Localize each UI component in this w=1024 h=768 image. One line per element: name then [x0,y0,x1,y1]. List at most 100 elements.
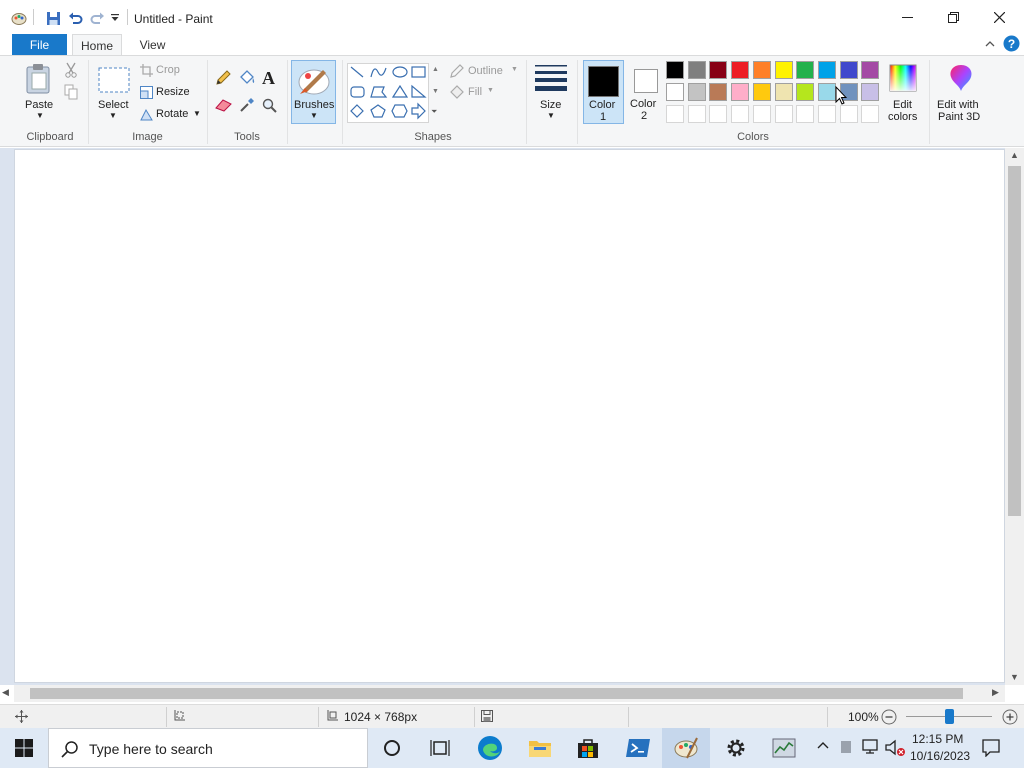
palette-color-swatch[interactable] [774,83,793,101]
palette-color-swatch[interactable] [731,61,750,79]
save-icon[interactable] [44,9,62,27]
microsoft-store-icon[interactable] [564,728,612,768]
palette-color-swatch[interactable] [796,105,815,123]
shapes-more-icon[interactable]: ⏷ [431,107,437,117]
undo-icon[interactable] [66,9,84,27]
palette-color-swatch[interactable] [666,83,684,101]
size-button[interactable]: Size ▼ [533,61,569,123]
network-icon[interactable] [862,739,880,758]
text-tool-icon[interactable]: A [262,68,275,89]
color1-button[interactable]: Color 1 [583,60,624,124]
zoom-in-icon[interactable] [1002,709,1018,728]
cut-icon[interactable] [64,62,78,81]
palette-color-swatch[interactable] [817,105,836,123]
show-hidden-icons-chevron-icon[interactable] [817,740,829,755]
tray-app-icon[interactable] [840,740,852,757]
shape-hexagon-icon[interactable] [391,104,408,118]
shape-rectangle-icon[interactable] [411,66,426,78]
shape-polygon-icon[interactable] [370,86,388,98]
color-picker-icon[interactable] [239,97,255,116]
vertical-scroll-thumb[interactable] [1008,166,1021,516]
shape-curve-icon[interactable] [370,67,387,78]
start-button[interactable] [0,728,48,768]
customize-toolbar-dropdown-icon[interactable] [106,9,124,27]
edit-with-paint3d-button[interactable]: Edit with Paint 3D [934,61,986,125]
tab-file[interactable]: File [12,34,67,55]
close-button[interactable] [976,0,1022,34]
palette-color-swatch[interactable] [817,83,836,101]
palette-color-swatch[interactable] [752,83,771,101]
zoom-slider[interactable] [906,709,992,724]
shape-pentagon-icon[interactable] [370,104,386,118]
palette-color-swatch[interactable] [709,83,728,101]
palette-color-swatch[interactable] [752,105,771,123]
palette-color-swatch[interactable] [774,105,793,123]
resize-button[interactable]: Resize [140,85,200,101]
clock-date[interactable]: 10/16/2023 [910,749,970,763]
palette-color-swatch[interactable] [709,61,728,79]
edit-colors-button[interactable]: Edit colors [884,61,924,125]
shapes-scroll-down-icon[interactable]: ▼ [432,88,439,95]
edge-browser-icon[interactable] [466,728,514,768]
pencil-icon[interactable] [215,70,231,89]
horizontal-scrollbar[interactable]: ◀ ▶ [2,685,1005,702]
redo-icon[interactable] [88,9,106,27]
palette-color-swatch[interactable] [666,105,684,123]
powershell-icon[interactable] [614,728,662,768]
eraser-icon[interactable] [215,98,232,115]
copy-icon[interactable] [64,84,78,103]
zoom-slider-thumb[interactable] [944,709,954,724]
vertical-scrollbar[interactable]: ▲ ▼ [1005,148,1024,685]
scroll-right-icon[interactable]: ▶ [992,687,999,698]
restore-button[interactable] [930,0,976,34]
fill-dropdown[interactable]: Fill ▼ [449,85,499,101]
palette-color-swatch[interactable] [687,105,706,123]
palette-color-swatch[interactable] [687,61,706,79]
shape-arrow-icon[interactable] [411,102,426,120]
paint-app-icon[interactable] [10,9,28,27]
collapse-ribbon-icon[interactable] [984,38,996,53]
crop-button[interactable]: Crop [140,63,200,79]
paste-button[interactable]: Paste ▼ [22,61,56,121]
shape-rounded-rectangle-icon[interactable] [350,86,365,98]
brushes-button[interactable]: Brushes ▼ [291,60,336,124]
shapes-scroll-up-icon[interactable]: ▲ [432,66,439,73]
palette-color-swatch[interactable] [817,61,836,79]
shape-right-triangle-icon[interactable] [411,84,427,98]
color2-button[interactable]: Color 2 [627,60,665,124]
drawing-canvas[interactable] [14,149,1005,683]
palette-color-swatch[interactable] [709,105,728,123]
tab-view[interactable]: View [130,34,175,56]
scroll-left-icon[interactable]: ◀ [2,687,9,698]
magnifier-icon[interactable] [262,98,277,116]
palette-color-swatch[interactable] [861,61,880,79]
minimize-button[interactable] [884,0,930,34]
palette-color-swatch[interactable] [774,61,793,79]
palette-color-swatch[interactable] [731,83,750,101]
select-button[interactable]: Select ▼ [94,61,134,123]
fill-bucket-icon[interactable] [238,70,256,89]
paint-taskbar-icon[interactable] [662,728,710,768]
taskbar-search-box[interactable]: Type here to search [48,728,368,768]
palette-color-swatch[interactable] [752,61,771,79]
clock-time[interactable]: 12:15 PM [912,732,963,746]
shape-oval-icon[interactable] [392,66,408,78]
palette-color-swatch[interactable] [731,105,750,123]
palette-color-swatch[interactable] [839,61,858,79]
outline-dropdown[interactable]: Outline ▼ [449,64,519,80]
scroll-down-icon[interactable]: ▼ [1010,672,1019,682]
shape-diamond-icon[interactable] [350,104,364,118]
cortana-icon[interactable] [368,728,416,768]
palette-color-swatch[interactable] [861,105,880,123]
zoom-out-icon[interactable] [881,709,897,728]
notifications-icon[interactable] [982,739,1000,760]
task-manager-icon[interactable] [760,728,808,768]
volume-muted-icon[interactable] [885,739,905,760]
palette-color-swatch[interactable] [687,83,706,101]
settings-gear-icon[interactable] [712,728,760,768]
palette-color-swatch[interactable] [861,83,880,101]
task-view-icon[interactable] [416,728,464,768]
shape-line-icon[interactable] [350,66,364,78]
palette-color-swatch[interactable] [666,61,684,79]
rotate-button[interactable]: Rotate ▼ [140,107,202,123]
